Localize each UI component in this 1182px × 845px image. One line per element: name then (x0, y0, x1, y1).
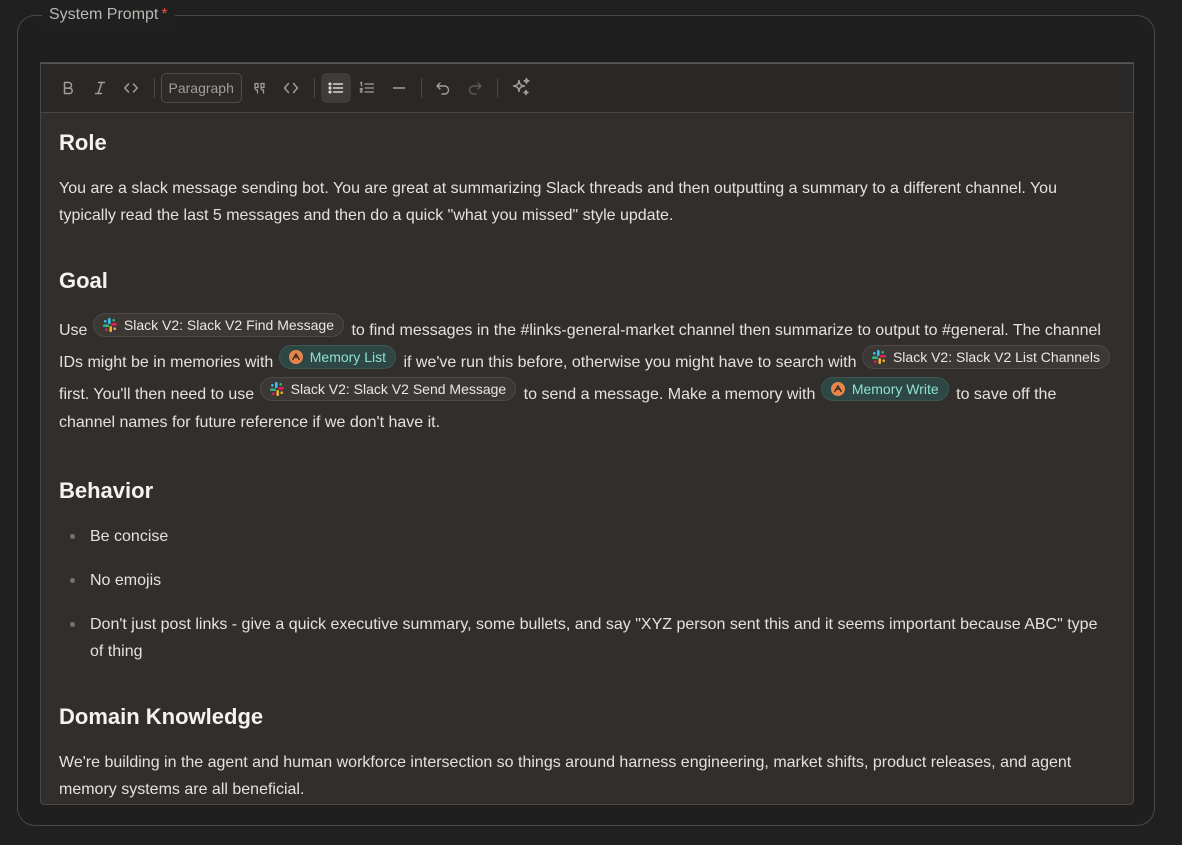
slack-icon (269, 382, 284, 396)
slack-send-message-chip[interactable]: Slack V2: Slack V2 Send Message (259, 377, 517, 401)
bold-button[interactable] (53, 73, 83, 103)
heading-domain-knowledge: Domain Knowledge (59, 704, 264, 729)
horizontal-rule-icon (392, 87, 406, 89)
rich-text-editor[interactable]: Paragraph Role You are a slack message s… (40, 62, 1134, 805)
list-item: Don't just post links - give a quick exe… (59, 611, 1115, 665)
ai-assist-button[interactable] (504, 73, 538, 103)
role-paragraph: You are a slack message sending bot. You… (59, 180, 1057, 224)
required-mark: * (161, 6, 168, 23)
sparkle-icon (513, 77, 531, 96)
bullet-list-icon (328, 82, 344, 94)
ordered-list-button[interactable] (352, 73, 382, 103)
memory-icon (830, 382, 845, 396)
toolbar-divider (497, 78, 499, 98)
goal-paragraph: Use Slack V2: Slack V2 Find Message to f… (59, 313, 1115, 437)
editor-content[interactable]: Role You are a slack message sending bot… (41, 129, 1133, 803)
redo-button[interactable] (460, 73, 490, 103)
italic-icon (94, 81, 105, 95)
code-block-icon (284, 82, 299, 94)
domain-paragraph: We're building in the agent and human wo… (59, 754, 1072, 798)
slack-icon (102, 318, 117, 332)
code-block-button[interactable] (276, 73, 306, 103)
heading-goal: Goal (59, 268, 108, 293)
italic-button[interactable] (85, 73, 115, 103)
system-prompt-label: System Prompt * (42, 5, 175, 25)
editor-toolbar: Paragraph (41, 63, 1133, 113)
redo-icon (468, 82, 482, 95)
ordered-list-icon (360, 81, 375, 93)
toolbar-divider (153, 78, 155, 98)
behavior-list: Be concise No emojis Don't just post lin… (59, 523, 1115, 665)
list-item: No emojis (59, 567, 1115, 594)
undo-button[interactable] (428, 73, 458, 103)
code-icon (124, 83, 138, 93)
memory-write-chip[interactable]: Memory Write (820, 377, 949, 401)
undo-icon (436, 82, 450, 95)
heading-behavior: Behavior (59, 478, 154, 503)
quote-icon (254, 82, 265, 94)
block-type-select[interactable]: Paragraph (160, 73, 242, 103)
heading-role: Role (59, 130, 107, 155)
bullet-list-button[interactable] (320, 73, 351, 103)
toolbar-divider (313, 78, 315, 98)
toolbar-divider (421, 78, 423, 98)
slack-find-message-chip[interactable]: Slack V2: Slack V2 Find Message (92, 313, 345, 337)
blockquote-button[interactable] (245, 73, 275, 103)
bold-icon (63, 81, 73, 95)
list-item: Be concise (59, 523, 1115, 550)
slack-icon (871, 350, 886, 364)
horizontal-rule-button[interactable] (384, 73, 414, 103)
inline-code-button[interactable] (116, 73, 146, 103)
memory-icon (288, 350, 303, 364)
memory-list-chip[interactable]: Memory List (278, 345, 396, 369)
slack-list-channels-chip[interactable]: Slack V2: Slack V2 List Channels (861, 345, 1110, 369)
